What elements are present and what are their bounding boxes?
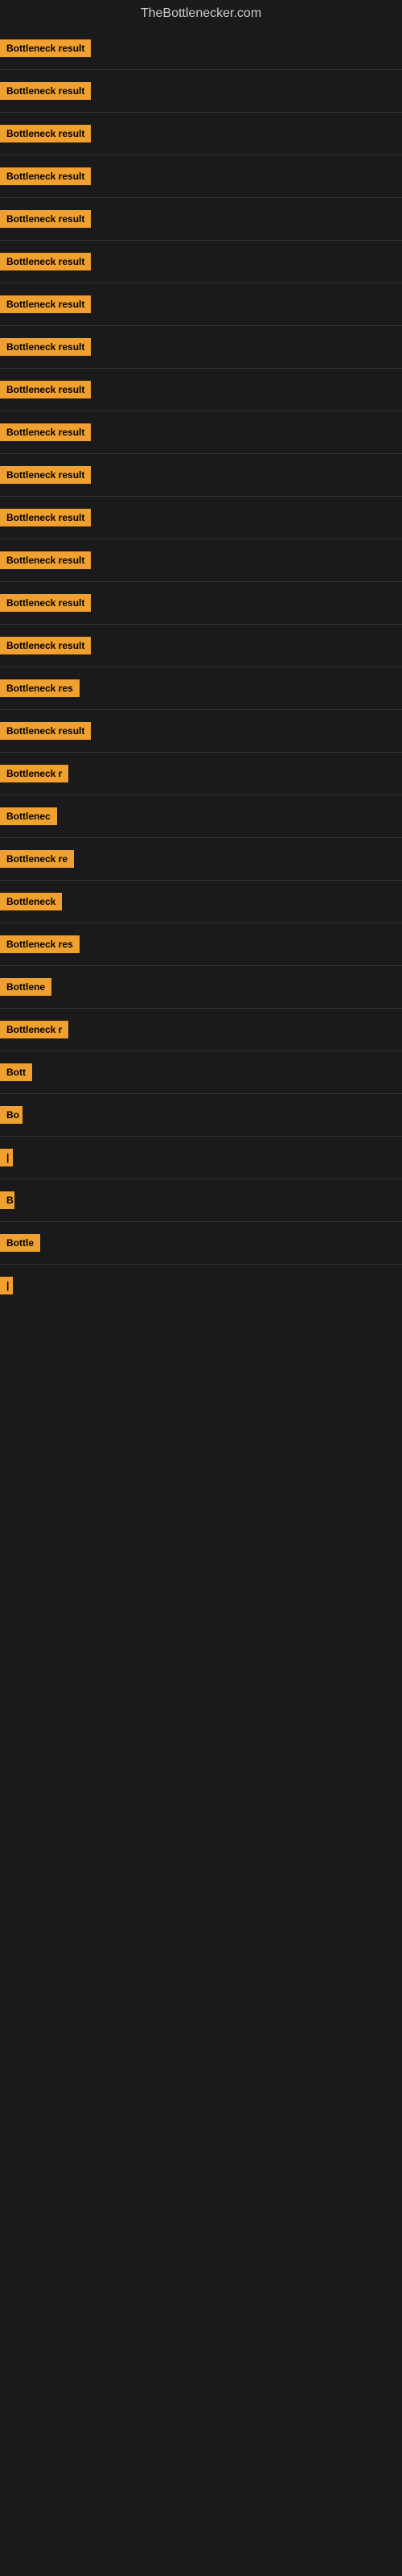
list-item[interactable]: Bottlenec: [0, 795, 402, 837]
site-title: TheBottlenecker.com: [0, 0, 402, 27]
bottleneck-badge[interactable]: Bottleneck result: [0, 125, 91, 142]
bottleneck-badge[interactable]: Bottleneck res: [0, 935, 80, 953]
list-item[interactable]: |: [0, 1137, 402, 1179]
bottleneck-badge[interactable]: |: [0, 1149, 13, 1166]
list-item[interactable]: Bottleneck result: [0, 70, 402, 112]
bottleneck-badge[interactable]: Bottleneck: [0, 893, 62, 910]
bottleneck-badge[interactable]: Bottleneck result: [0, 423, 91, 441]
bottleneck-badge[interactable]: Bottleneck result: [0, 509, 91, 526]
list-item[interactable]: Bottleneck r: [0, 753, 402, 795]
list-item[interactable]: Bottleneck: [0, 881, 402, 923]
list-item[interactable]: Bottle: [0, 1222, 402, 1264]
list-item[interactable]: Bottlene: [0, 966, 402, 1008]
list-item[interactable]: Bott: [0, 1051, 402, 1093]
list-item[interactable]: Bottleneck result: [0, 198, 402, 240]
list-item[interactable]: Bottleneck result: [0, 326, 402, 368]
bottleneck-badge[interactable]: Bottleneck result: [0, 167, 91, 185]
list-item[interactable]: Bottleneck re: [0, 838, 402, 880]
bottleneck-badge[interactable]: Bottleneck result: [0, 295, 91, 313]
list-item[interactable]: Bottleneck result: [0, 27, 402, 69]
bottleneck-badge[interactable]: Bottlene: [0, 978, 51, 996]
bottleneck-badge[interactable]: Bottleneck r: [0, 765, 68, 782]
list-item[interactable]: Bottleneck result: [0, 625, 402, 667]
bottleneck-list: Bottleneck result Bottleneck result Bottle…: [0, 27, 402, 1307]
list-item[interactable]: Bottleneck result: [0, 155, 402, 197]
list-item[interactable]: Bottleneck result: [0, 113, 402, 155]
list-item[interactable]: Bottleneck res: [0, 667, 402, 709]
bottleneck-badge[interactable]: Bo: [0, 1106, 23, 1124]
bottleneck-badge[interactable]: Bott: [0, 1063, 32, 1081]
bottleneck-badge[interactable]: Bottleneck result: [0, 338, 91, 356]
list-item[interactable]: B: [0, 1179, 402, 1221]
list-item[interactable]: Bottleneck result: [0, 454, 402, 496]
bottleneck-badge[interactable]: Bottleneck result: [0, 551, 91, 569]
list-item[interactable]: Bottleneck result: [0, 241, 402, 283]
list-item[interactable]: Bottleneck result: [0, 283, 402, 325]
bottleneck-badge[interactable]: Bottleneck result: [0, 722, 91, 740]
list-item[interactable]: Bottleneck result: [0, 710, 402, 752]
list-item[interactable]: Bottleneck result: [0, 411, 402, 453]
bottleneck-badge[interactable]: Bottleneck res: [0, 679, 80, 697]
bottleneck-badge[interactable]: Bottleneck result: [0, 253, 91, 270]
bottleneck-badge[interactable]: Bottleneck r: [0, 1021, 68, 1038]
bottleneck-badge[interactable]: Bottleneck re: [0, 850, 74, 868]
bottleneck-badge[interactable]: Bottleneck result: [0, 210, 91, 228]
bottleneck-badge[interactable]: Bottleneck result: [0, 381, 91, 398]
bottleneck-badge[interactable]: Bottleneck result: [0, 466, 91, 484]
list-item[interactable]: Bottleneck r: [0, 1009, 402, 1051]
list-item[interactable]: Bo: [0, 1094, 402, 1136]
bottleneck-badge[interactable]: Bottleneck result: [0, 82, 91, 100]
bottleneck-badge[interactable]: Bottlenec: [0, 807, 57, 825]
list-item[interactable]: Bottleneck result: [0, 369, 402, 411]
bottleneck-badge[interactable]: Bottle: [0, 1234, 40, 1252]
list-item[interactable]: Bottleneck result: [0, 539, 402, 581]
bottleneck-badge[interactable]: Bottleneck result: [0, 637, 91, 654]
bottleneck-badge[interactable]: Bottleneck result: [0, 594, 91, 612]
bottleneck-badge[interactable]: |: [0, 1277, 13, 1294]
list-item[interactable]: Bottleneck result: [0, 582, 402, 624]
list-item[interactable]: Bottleneck result: [0, 497, 402, 539]
list-item[interactable]: |: [0, 1265, 402, 1307]
list-item[interactable]: Bottleneck res: [0, 923, 402, 965]
bottleneck-badge[interactable]: Bottleneck result: [0, 39, 91, 57]
bottleneck-badge[interactable]: B: [0, 1191, 14, 1209]
site-header: TheBottlenecker.com: [0, 0, 402, 27]
